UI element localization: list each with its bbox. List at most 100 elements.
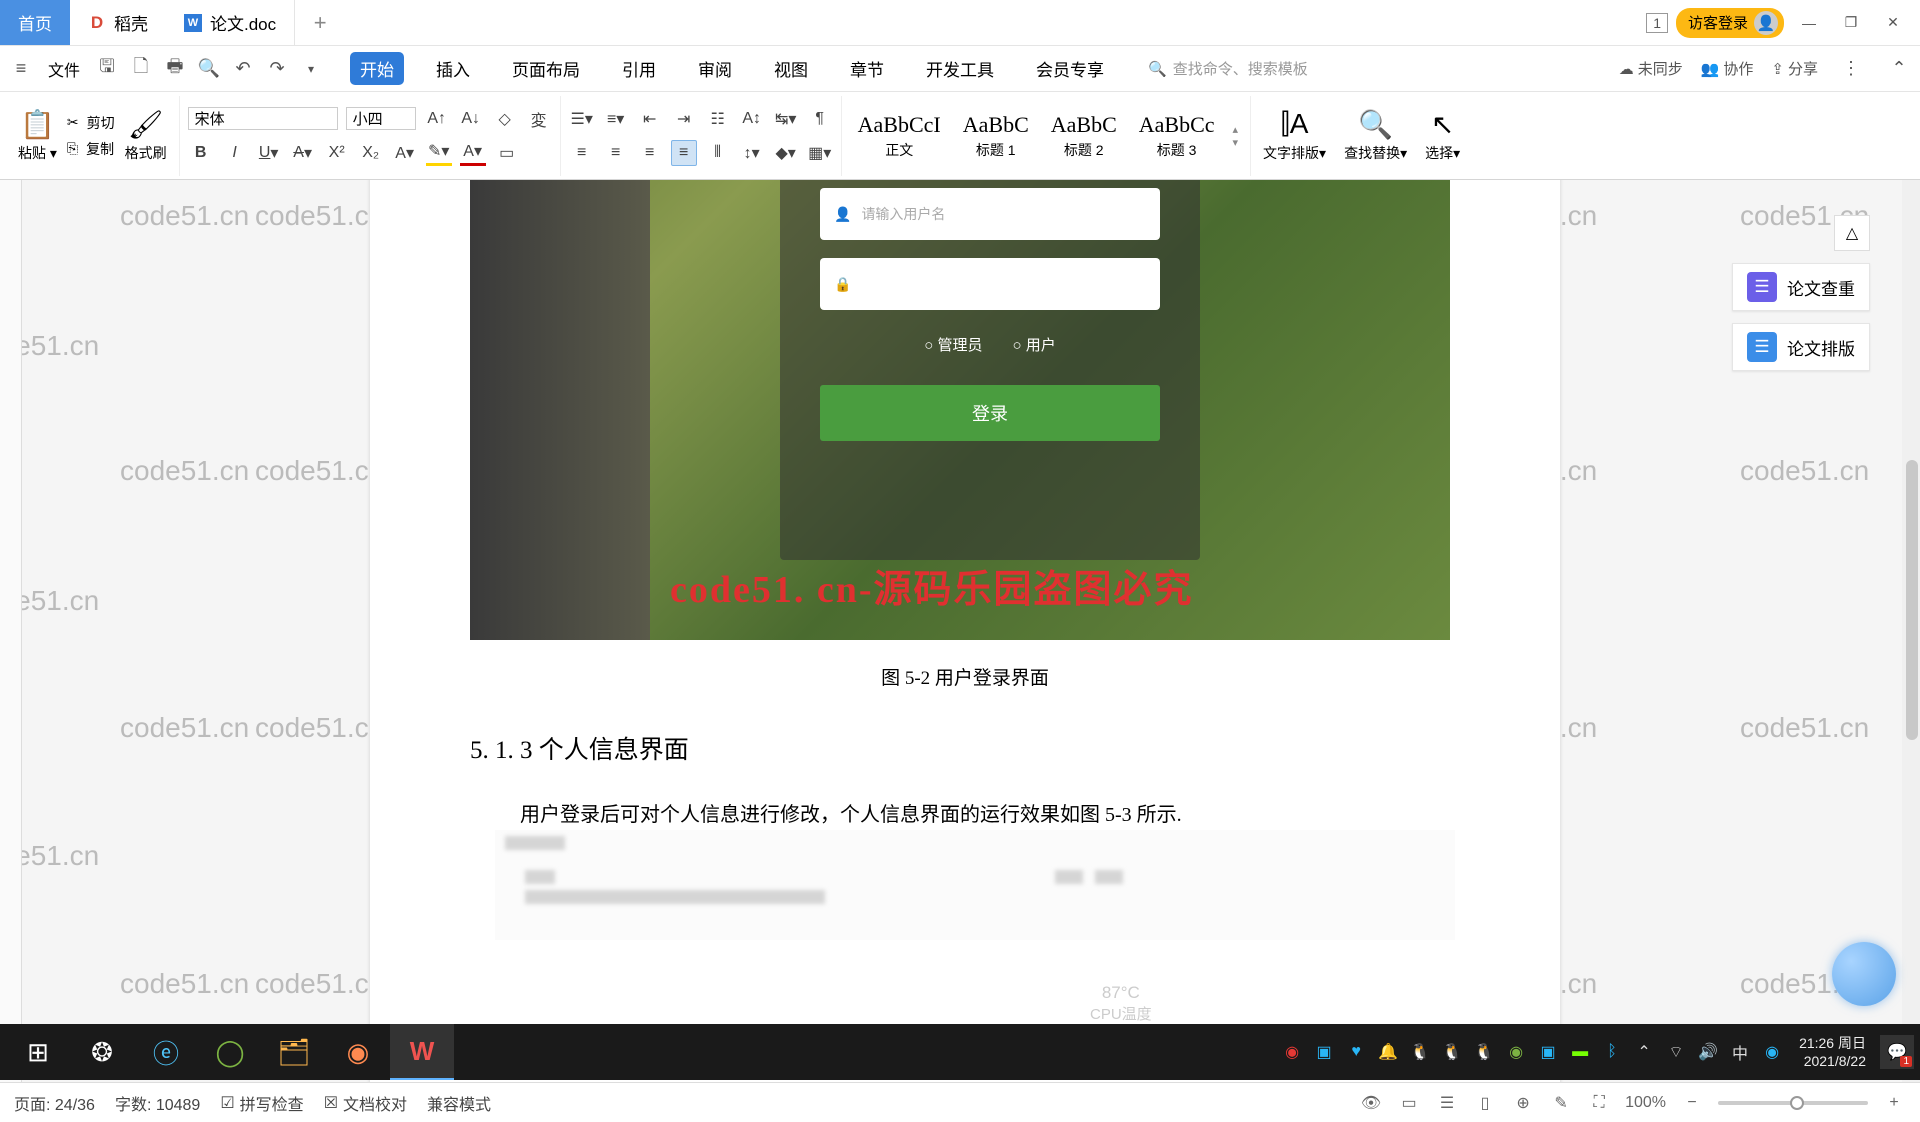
- plagiarism-check-button[interactable]: ☰ 论文查重: [1732, 263, 1870, 311]
- task-app-2[interactable]: ◉: [326, 1024, 390, 1080]
- tray-icon[interactable]: ◉: [1279, 1042, 1305, 1062]
- zoom-value[interactable]: 100%: [1625, 1091, 1666, 1115]
- menu-icon[interactable]: ≡: [6, 54, 36, 84]
- menu-tab-review[interactable]: 审阅: [688, 52, 742, 85]
- increase-font-icon[interactable]: A↑: [424, 106, 450, 132]
- sort-icon[interactable]: A↕: [739, 106, 765, 132]
- styles-more-icon[interactable]: ▴▾: [1229, 123, 1243, 149]
- tray-expand-icon[interactable]: ⌃: [1631, 1042, 1657, 1062]
- number-list-icon[interactable]: ≡▾: [603, 106, 629, 132]
- font-size-select[interactable]: [346, 107, 416, 130]
- close-button[interactable]: ✕: [1876, 14, 1910, 31]
- task-app-1[interactable]: ❂: [70, 1024, 134, 1080]
- undo-icon[interactable]: ↶: [228, 54, 258, 84]
- menu-tab-layout[interactable]: 页面布局: [502, 52, 590, 85]
- zoom-out-button[interactable]: −: [1680, 1091, 1704, 1115]
- tray-clock[interactable]: 21:26 周日2021/8/22: [1791, 1034, 1874, 1070]
- scrollbar-thumb[interactable]: [1906, 460, 1918, 740]
- tray-bell-icon[interactable]: 🔔: [1375, 1042, 1401, 1062]
- task-ie[interactable]: ⓔ: [134, 1024, 198, 1080]
- tray-qq-icon[interactable]: 🐧: [1439, 1042, 1465, 1062]
- tray-qq-icon[interactable]: 🐧: [1407, 1042, 1433, 1062]
- copy-button[interactable]: ⎘复制: [67, 139, 115, 159]
- phonetic-icon[interactable]: 変: [526, 106, 552, 132]
- spellcheck-button[interactable]: ☑拼写检查: [220, 1091, 303, 1115]
- command-search[interactable]: 🔍 查找命令、搜索模板: [1148, 58, 1308, 79]
- distribute-button[interactable]: ⫴: [705, 140, 731, 166]
- tray-volume-icon[interactable]: 🔊: [1695, 1042, 1721, 1062]
- tray-icon[interactable]: ▣: [1311, 1042, 1337, 1062]
- menu-tab-insert[interactable]: 插入: [426, 52, 480, 85]
- line-spacing-button[interactable]: ↕▾: [739, 140, 765, 166]
- zoom-slider[interactable]: [1718, 1101, 1868, 1105]
- text-effect-button[interactable]: A▾: [392, 140, 418, 166]
- align-right-button[interactable]: ≡: [637, 140, 663, 166]
- menu-tab-vip[interactable]: 会员专享: [1026, 52, 1114, 85]
- print-icon[interactable]: 🖶: [160, 54, 190, 84]
- italic-button[interactable]: I: [222, 140, 248, 166]
- align-justify-button[interactable]: ≡: [671, 140, 697, 166]
- fit-icon[interactable]: ⛶: [1587, 1091, 1611, 1115]
- dropdown-icon[interactable]: ▾: [296, 54, 326, 84]
- task-explorer[interactable]: 🗂: [262, 1024, 326, 1080]
- tray-ime-icon[interactable]: 中: [1727, 1040, 1753, 1064]
- collab-button[interactable]: 👥协作: [1701, 58, 1754, 79]
- eye-icon[interactable]: 👁: [1359, 1091, 1383, 1115]
- bold-button[interactable]: B: [188, 140, 214, 166]
- zoom-handle[interactable]: [1790, 1096, 1804, 1110]
- tray-wifi-icon[interactable]: ⌔: [1663, 1042, 1689, 1062]
- side-toggle-button[interactable]: △: [1834, 215, 1870, 251]
- align-left-button[interactable]: ≡: [569, 140, 595, 166]
- minimize-button[interactable]: —: [1792, 15, 1826, 31]
- task-browser[interactable]: ◯: [198, 1024, 262, 1080]
- tray-app-icon[interactable]: ◉: [1759, 1042, 1785, 1062]
- line-icon[interactable]: ↹▾: [773, 106, 799, 132]
- window-count-badge[interactable]: 1: [1646, 13, 1668, 33]
- border-button[interactable]: ▦▾: [807, 140, 833, 166]
- menu-tab-view[interactable]: 视图: [764, 52, 818, 85]
- pen-icon[interactable]: ✎: [1549, 1091, 1573, 1115]
- maximize-button[interactable]: ❐: [1834, 14, 1868, 31]
- subscript-button[interactable]: X₂: [358, 140, 384, 166]
- font-color-button[interactable]: A▾: [460, 140, 486, 166]
- file-menu[interactable]: 文件: [40, 57, 88, 81]
- select-button[interactable]: ↖选择▾: [1421, 108, 1464, 163]
- tray-bluetooth-icon[interactable]: ᛒ: [1599, 1043, 1625, 1061]
- decrease-font-icon[interactable]: A↓: [458, 106, 484, 132]
- read-view-icon[interactable]: ▯: [1473, 1091, 1497, 1115]
- tray-wechat-icon[interactable]: ◉: [1503, 1042, 1529, 1062]
- print-preview-icon[interactable]: 🗋: [126, 54, 156, 84]
- start-button[interactable]: ⊞: [6, 1024, 70, 1080]
- decrease-indent-icon[interactable]: ⇤: [637, 106, 663, 132]
- sync-button[interactable]: ☁未同步: [1619, 58, 1683, 79]
- font-name-select[interactable]: [188, 107, 338, 130]
- proofread-button[interactable]: ☒文档校对: [324, 1091, 407, 1115]
- redo-icon[interactable]: ↷: [262, 54, 292, 84]
- float-assistant-ball[interactable]: [1832, 942, 1896, 1006]
- tray-icon[interactable]: ♥: [1343, 1043, 1369, 1061]
- align-center-button[interactable]: ≡: [603, 140, 629, 166]
- menu-tab-start[interactable]: 开始: [350, 52, 404, 85]
- char-border-button[interactable]: ▭: [494, 140, 520, 166]
- save-icon[interactable]: 🖫: [92, 54, 122, 84]
- vertical-scrollbar[interactable]: [1902, 180, 1920, 1082]
- menu-tab-chapter[interactable]: 章节: [840, 52, 894, 85]
- cut-button[interactable]: ✂剪切: [67, 113, 115, 133]
- page-status[interactable]: 页面: 24/36: [14, 1091, 95, 1115]
- shading-button[interactable]: ◆▾: [773, 140, 799, 166]
- menu-tab-devtools[interactable]: 开发工具: [916, 52, 1004, 85]
- share-button[interactable]: ⇪分享: [1771, 58, 1818, 79]
- tray-qq-icon[interactable]: 🐧: [1471, 1042, 1497, 1062]
- find-replace-button[interactable]: 🔍查找替换▾: [1340, 108, 1411, 163]
- tray-notifications[interactable]: 💬1: [1880, 1035, 1914, 1069]
- outline-view-icon[interactable]: ☰: [1435, 1091, 1459, 1115]
- style-normal[interactable]: AaBbCcI正文: [850, 110, 949, 162]
- text-layout-button[interactable]: ⫿A文字排版▾: [1259, 108, 1330, 163]
- tray-nvidia-icon[interactable]: ▬: [1567, 1043, 1593, 1061]
- page-view-icon[interactable]: ▭: [1397, 1091, 1421, 1115]
- show-marks-icon[interactable]: ¶: [807, 106, 833, 132]
- word-count[interactable]: 字数: 10489: [115, 1091, 200, 1115]
- bullet-list-icon[interactable]: ☰▾: [569, 106, 595, 132]
- add-tab-button[interactable]: +: [295, 0, 345, 45]
- strikethrough-button[interactable]: A▾: [290, 140, 316, 166]
